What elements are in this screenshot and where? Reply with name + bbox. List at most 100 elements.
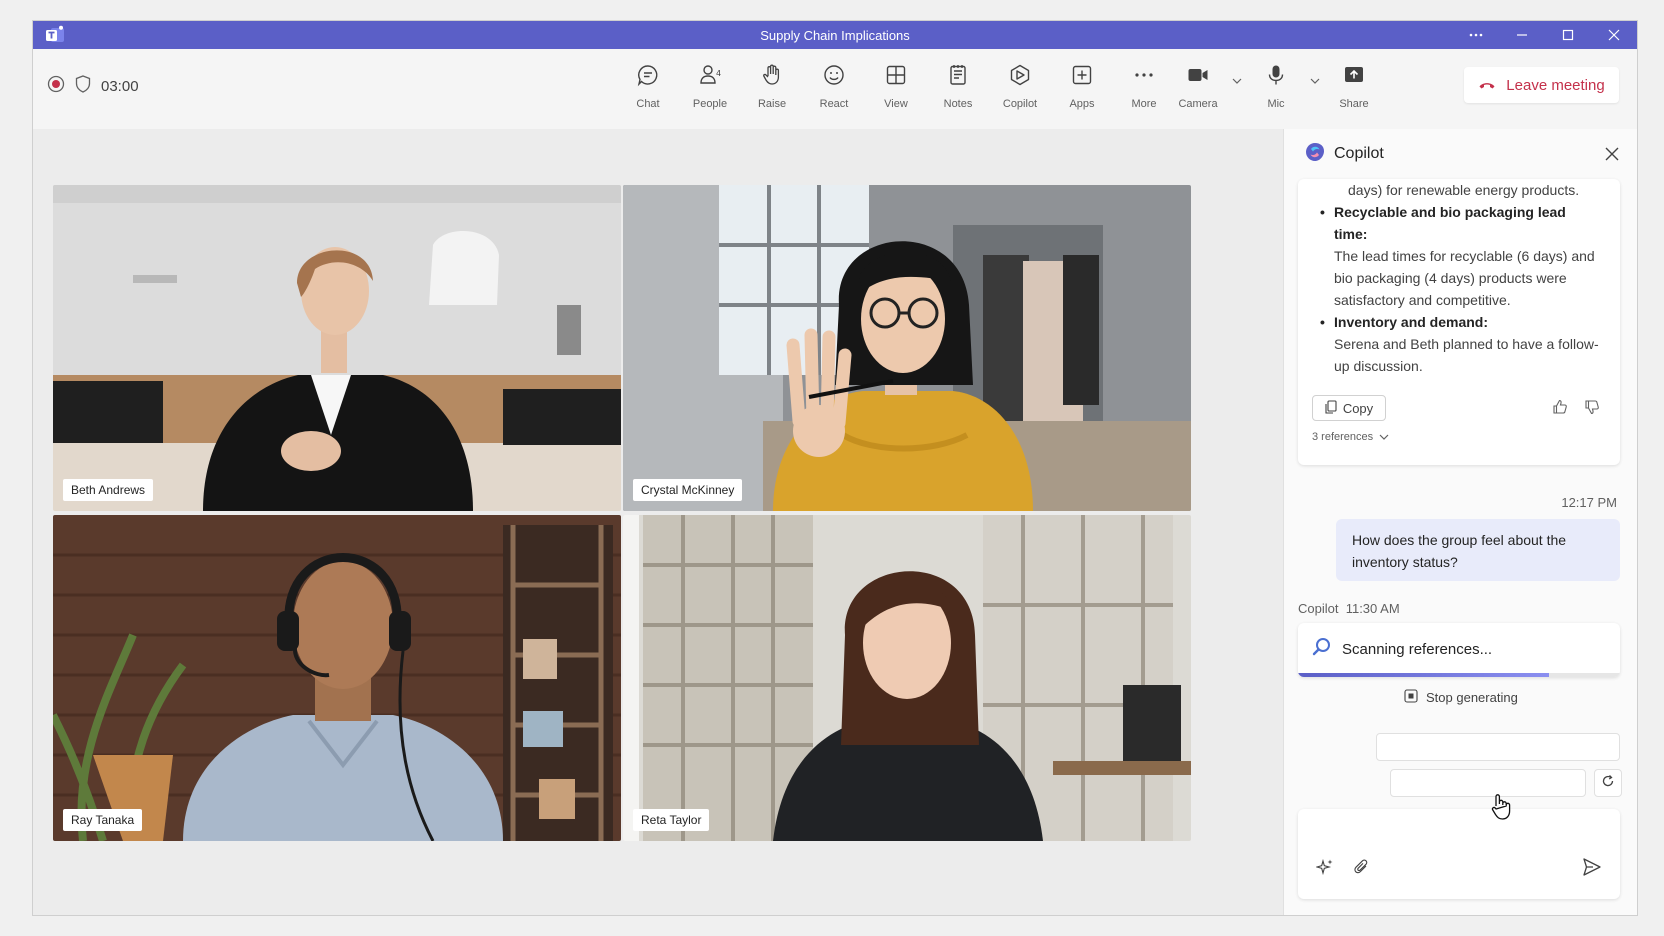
copilot-message-time: 11:30 AM (1345, 601, 1400, 616)
stop-generating-button[interactable]: Stop generating (1404, 689, 1518, 706)
people-button[interactable]: 4 People (679, 63, 741, 110)
meeting-toolbar: 03:00 Chat 4 People Raise React View Not… (33, 49, 1637, 129)
camera-icon (1186, 63, 1210, 92)
video-tile-ray-tanaka[interactable]: Ray Tanaka (53, 515, 621, 841)
copilot-button[interactable]: Copilot (989, 63, 1051, 110)
teams-window: Supply Chain Implications 03:00 Chat 4 P… (32, 20, 1638, 916)
people-icon: 4 (698, 63, 722, 92)
chevron-down-icon (1232, 71, 1242, 89)
user-message-timestamp: 12:17 PM (1561, 495, 1617, 510)
search-icon (1312, 637, 1332, 661)
raise-label: Raise (757, 98, 787, 110)
notes-button[interactable]: Notes (927, 63, 989, 110)
chat-icon (636, 63, 660, 92)
references-toggle[interactable]: 3 references (1312, 431, 1389, 443)
chevron-down-icon (1310, 71, 1320, 89)
leave-meeting-button[interactable]: Leave meeting (1464, 67, 1619, 103)
react-button[interactable]: React (803, 63, 865, 110)
response-text: days) for renewable energy products. (1348, 182, 1580, 198)
mic-icon (1264, 63, 1288, 92)
chat-button[interactable]: Chat (617, 63, 679, 110)
suggestion-placeholder[interactable] (1390, 769, 1586, 797)
chevron-down-icon (1379, 431, 1389, 443)
copilot-label: Copilot (1002, 98, 1038, 110)
video-stage: Beth Andrews Crystal McKinney Ray Tanaka… (33, 129, 1283, 915)
participant-video (53, 185, 621, 511)
participant-name-tag: Crystal McKinney (633, 479, 743, 501)
response-bullet-heading: Inventory and demand: (1312, 311, 1602, 333)
scanning-status-card: Scanning references... (1298, 623, 1620, 677)
device-controls: Camera Mic Share (1167, 63, 1385, 110)
mic-button[interactable]: Mic (1245, 63, 1307, 110)
refresh-icon (1601, 774, 1615, 793)
camera-button[interactable]: Camera (1167, 63, 1229, 110)
react-label: React (819, 98, 849, 110)
view-button[interactable]: View (865, 63, 927, 110)
people-label: People (692, 98, 728, 110)
notes-icon (946, 63, 970, 92)
teams-logo-icon (45, 25, 67, 45)
copy-label: Copy (1342, 400, 1374, 416)
view-label: View (884, 98, 908, 110)
participant-video (623, 515, 1191, 841)
more-button[interactable]: More (1113, 63, 1175, 110)
raise-hand-button[interactable]: Raise (741, 63, 803, 110)
svg-text:4: 4 (716, 69, 721, 78)
copilot-logo-icon (1304, 141, 1326, 168)
more-options-button[interactable] (1453, 21, 1499, 49)
scanning-progress-fill (1298, 673, 1550, 677)
stop-icon (1404, 689, 1418, 706)
close-copilot-button[interactable] (1603, 145, 1621, 163)
copy-icon (1325, 399, 1337, 417)
meeting-actions: Chat 4 People Raise React View Notes Cop… (617, 63, 1175, 110)
video-tile-crystal-mckinney[interactable]: Crystal McKinney (623, 185, 1191, 511)
camera-label: Camera (1178, 98, 1218, 110)
refresh-suggestions-button[interactable] (1594, 769, 1622, 797)
share-icon (1342, 63, 1366, 92)
copilot-sender-name: Copilot (1298, 601, 1339, 616)
meeting-timer: 03:00 (101, 78, 139, 95)
window-title: Supply Chain Implications (760, 27, 910, 43)
minimize-button[interactable] (1499, 21, 1545, 49)
send-button[interactable] (1578, 855, 1606, 883)
phone-hangup-icon (1478, 77, 1496, 94)
copilot-title: Copilot (1334, 145, 1384, 162)
suggestion-placeholder[interactable] (1376, 733, 1620, 761)
maximize-button[interactable] (1545, 21, 1591, 49)
copilot-header: Copilot (1284, 129, 1637, 179)
copilot-response-card: days) for renewable energy products. Rec… (1298, 179, 1620, 465)
close-icon (1603, 147, 1621, 167)
close-window-button[interactable] (1591, 21, 1637, 49)
compose-box[interactable] (1298, 809, 1620, 899)
share-label: Share (1339, 98, 1369, 110)
participant-name-tag: Ray Tanaka (63, 809, 143, 831)
participant-name-tag: Reta Taylor (633, 809, 710, 831)
participant-video (623, 185, 1191, 511)
mic-options-chevron[interactable] (1307, 63, 1323, 110)
thumbs-down-icon[interactable] (1584, 399, 1600, 420)
apps-button[interactable]: Apps (1051, 63, 1113, 110)
notes-label: Notes (943, 98, 973, 110)
video-tile-beth-andrews[interactable]: Beth Andrews (53, 185, 621, 511)
response-text: The lead times for recyclable (6 days) a… (1334, 248, 1595, 308)
copilot-panel: Copilot days) for renewable energy produ… (1283, 129, 1637, 915)
thumbs-up-icon[interactable] (1552, 399, 1568, 420)
copilot-message-meta: Copilot 11:30 AM (1298, 601, 1400, 616)
sparkle-prompts-icon[interactable] (1314, 858, 1334, 881)
user-message-bubble: How does the group feel about the invent… (1336, 519, 1620, 581)
apps-label: Apps (1069, 98, 1095, 110)
video-tile-reta-taylor[interactable]: Reta Taylor (623, 515, 1191, 841)
response-bullet-heading: Recyclable and bio packaging lead time: (1312, 201, 1602, 245)
participant-video (53, 515, 621, 841)
response-text: Serena and Beth planned to have a follow… (1334, 336, 1599, 374)
share-button[interactable]: Share (1323, 63, 1385, 110)
camera-options-chevron[interactable] (1229, 63, 1245, 110)
copy-button[interactable]: Copy (1312, 395, 1386, 421)
mic-label: Mic (1267, 98, 1285, 110)
chat-label: Chat (636, 98, 660, 110)
send-icon (1582, 857, 1602, 882)
shield-icon (75, 75, 91, 98)
react-icon (822, 63, 846, 92)
references-label: 3 references (1312, 431, 1374, 443)
attach-icon[interactable] (1354, 858, 1370, 881)
